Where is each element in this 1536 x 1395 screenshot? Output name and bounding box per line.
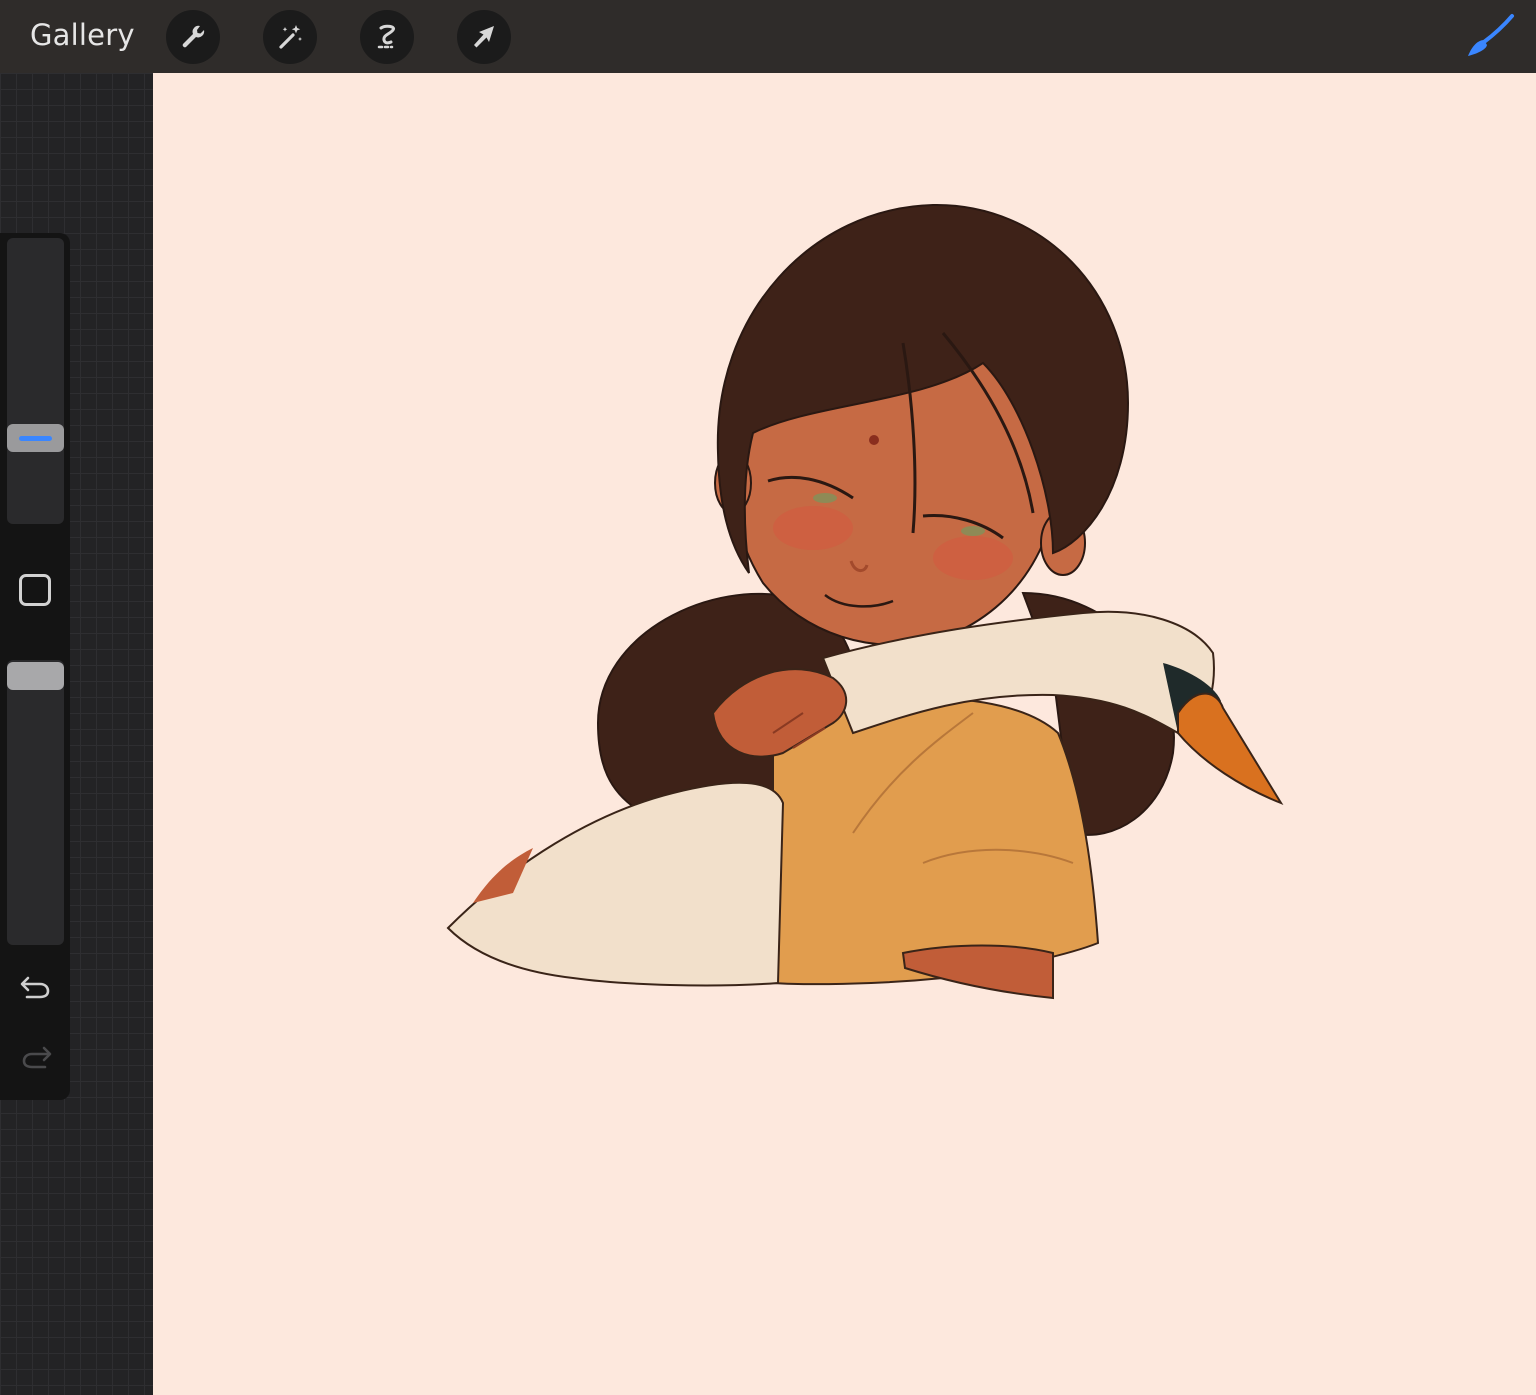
drawing-canvas[interactable]: [153, 73, 1536, 1395]
arrow-cursor-icon: [474, 26, 494, 48]
illustration-girl-hugging-swan: [446, 203, 1284, 1000]
actions-button[interactable]: [166, 10, 220, 64]
brush-icon[interactable]: [1460, 12, 1520, 62]
opacity-slider[interactable]: [7, 660, 64, 945]
square-icon[interactable]: [19, 574, 51, 606]
transform-button[interactable]: [457, 10, 511, 64]
opacity-handle[interactable]: [7, 662, 64, 690]
redo-icon[interactable]: [18, 1042, 54, 1072]
magic-wand-icon: [279, 25, 302, 49]
gallery-button[interactable]: Gallery: [30, 18, 135, 52]
selection-s-icon: [377, 24, 396, 49]
selection-button[interactable]: [360, 10, 414, 64]
wrench-icon: [182, 25, 205, 48]
adjustments-button[interactable]: [263, 10, 317, 64]
undo-icon[interactable]: [18, 972, 54, 1002]
brush-size-handle[interactable]: [7, 424, 64, 452]
brush-size-slider[interactable]: [7, 238, 64, 524]
brush-size-indicator: [19, 436, 52, 441]
top-toolbar: Gallery: [0, 0, 1536, 73]
brush-controls-panel: [0, 233, 70, 1100]
